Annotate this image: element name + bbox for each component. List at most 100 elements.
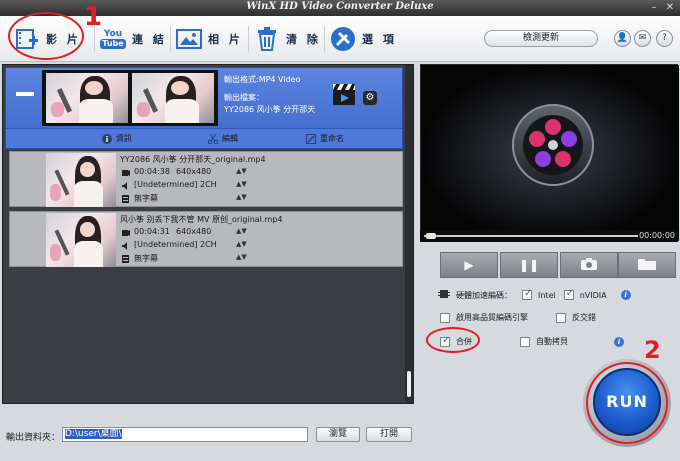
item-resolution: 640x480 <box>176 167 212 176</box>
video-thumbnail <box>46 153 116 207</box>
add-photo-label: 相 片 <box>208 33 243 46</box>
hw-accel-label: 硬體加速編碼： <box>456 290 512 300</box>
film-icon <box>122 229 130 237</box>
selected-list-item[interactable]: 輸出格式:MP4 Video 輸出檔案： YY2086 风小筝 分开那天 ⚙ 資… <box>5 67 403 149</box>
options-button[interactable]: 選 項 <box>330 23 397 55</box>
selected-thumbnails <box>42 70 218 126</box>
item-subtitle: 無字幕 <box>134 254 158 263</box>
file-list-panel: 輸出格式:MP4 Video 輸出檔案： YY2086 风小筝 分开那天 ⚙ 資… <box>2 64 414 404</box>
intel-checkbox[interactable] <box>522 288 532 300</box>
pause-button[interactable]: ❚❚ <box>500 252 558 278</box>
intel-label: Intel <box>538 290 556 300</box>
toolbar-divider <box>248 26 249 52</box>
play-icon: ▶ <box>464 258 474 272</box>
item-resolution: 640x480 <box>176 227 212 236</box>
annotation-circle-run <box>586 362 668 444</box>
scrollbar-thumb[interactable] <box>407 371 411 397</box>
film-clapper-icon[interactable] <box>331 82 361 106</box>
video-thumbnail <box>132 73 214 123</box>
video-stream-selector[interactable]: ▲▼ <box>236 227 247 235</box>
annotation-number-one: 1 <box>84 2 103 32</box>
playback-timeline[interactable]: 00:00:00 <box>420 230 678 242</box>
output-folder-bar: 輸出資料夾： D:\user\桌面\ 瀏覽 打開 <box>0 412 418 461</box>
minimize-button[interactable]: – <box>648 2 660 14</box>
item-file-name: 风小筝 别丢下我不管 MV 原创_original.mp4 <box>120 215 283 224</box>
toolbar-divider <box>170 26 171 52</box>
tools-icon <box>330 26 356 52</box>
player-controls: ▶ ❚❚ <box>420 252 678 278</box>
output-file-name[interactable]: YY2086 风小筝 分开那天 <box>224 104 315 115</box>
gear-icon[interactable]: ⚙ <box>363 91 377 105</box>
scissors-icon <box>207 133 219 144</box>
video-stream-selector[interactable]: ▲▼ <box>236 167 247 175</box>
output-format-text: 輸出格式:MP4 Video <box>224 75 301 84</box>
deinterlace-row: 反交錯 <box>556 312 596 323</box>
output-folder-label: 輸出資料夾： <box>6 433 61 443</box>
play-button[interactable]: ▶ <box>440 252 498 278</box>
add-url-button[interactable]: You Tube 連 結 <box>100 23 167 55</box>
photo-icon <box>176 26 202 52</box>
annotation-circle-merge <box>426 327 480 353</box>
hq-engine-row: 啟用高品質編碼引擎 <box>440 312 528 323</box>
subtitle-selector[interactable]: ▲▼ <box>236 193 247 201</box>
item-file-name: YY2086 风小筝 分开那天_original.mp4 <box>120 155 266 164</box>
user-icon[interactable]: 👤 <box>614 30 631 47</box>
chip-icon <box>438 289 450 301</box>
autocopy-checkbox[interactable] <box>520 336 530 347</box>
annotation-circle-video <box>8 12 84 60</box>
deinterlace-checkbox[interactable] <box>556 312 566 323</box>
timeline-track[interactable] <box>424 235 638 237</box>
youtube-icon: You Tube <box>100 29 126 49</box>
video-thumbnail <box>46 213 116 267</box>
audio-icon <box>122 182 130 190</box>
hw-accel-row: 硬體加速編碼： Intel nVIDIA i <box>438 288 631 301</box>
snapshot-button[interactable] <box>560 252 618 278</box>
remove-item-button[interactable] <box>16 92 34 96</box>
autocopy-row: 自動拷貝 i <box>520 336 624 347</box>
list-item[interactable]: 风小筝 别丢下我不管 MV 原创_original.mp4 00:04:31 6… <box>9 211 403 267</box>
annotation-number-two: 2 <box>644 336 661 364</box>
edit-action[interactable]: 編輯 <box>207 133 238 144</box>
nvidia-label: nVIDIA <box>579 290 607 300</box>
rename-action[interactable]: 重命名 <box>306 133 344 144</box>
list-scrollbar[interactable] <box>405 65 413 403</box>
item-duration: 00:04:38 <box>134 167 170 176</box>
toolbar-divider <box>324 26 325 52</box>
item-audio: [Undetermined] 2CH <box>134 180 217 189</box>
output-file-label: 輸出檔案： <box>224 93 264 102</box>
open-folder-button[interactable]: 打開 <box>366 427 412 442</box>
open-folder-snapshot-button[interactable] <box>618 252 676 278</box>
browse-button[interactable]: 瀏覽 <box>316 427 360 442</box>
list-item[interactable]: YY2086 风小筝 分开那天_original.mp4 00:04:38 64… <box>9 151 403 207</box>
info-icon[interactable]: i <box>614 336 624 347</box>
hq-engine-checkbox[interactable] <box>440 312 450 323</box>
info-action[interactable]: 資訊 <box>102 133 132 144</box>
timeline-handle[interactable] <box>426 233 436 239</box>
folder-icon <box>637 257 657 274</box>
options-label: 選 項 <box>362 33 397 46</box>
help-icon[interactable]: ? <box>656 30 673 47</box>
audio-track-selector[interactable]: ▲▼ <box>236 180 247 188</box>
add-photo-button[interactable]: 相 片 <box>176 23 243 55</box>
video-preview <box>420 64 679 241</box>
deinterlace-label: 反交錯 <box>572 313 596 322</box>
subtitle-selector[interactable]: ▲▼ <box>236 253 247 261</box>
add-url-label: 連 結 <box>132 33 167 46</box>
subtitle-icon <box>122 255 130 263</box>
info-icon[interactable]: i <box>620 290 631 300</box>
item-subtitle: 無字幕 <box>134 194 158 203</box>
clear-label: 清 除 <box>286 33 321 46</box>
clear-button[interactable]: 清 除 <box>254 23 321 55</box>
audio-track-selector[interactable]: ▲▼ <box>236 240 247 248</box>
close-button[interactable]: ✕ <box>664 2 676 14</box>
audio-icon <box>122 242 130 250</box>
nvidia-checkbox[interactable] <box>563 288 574 300</box>
hq-engine-label: 啟用高品質編碼引擎 <box>456 313 528 322</box>
check-update-button[interactable]: 檢測更新 <box>484 30 598 47</box>
pencil-icon <box>306 133 316 144</box>
mail-icon[interactable]: ✉ <box>634 30 651 47</box>
autocopy-label: 自動拷貝 <box>536 337 568 346</box>
output-folder-input[interactable]: D:\user\桌面\ <box>62 427 308 442</box>
item-audio: [Undetermined] 2CH <box>134 240 217 249</box>
info-icon <box>102 133 112 144</box>
